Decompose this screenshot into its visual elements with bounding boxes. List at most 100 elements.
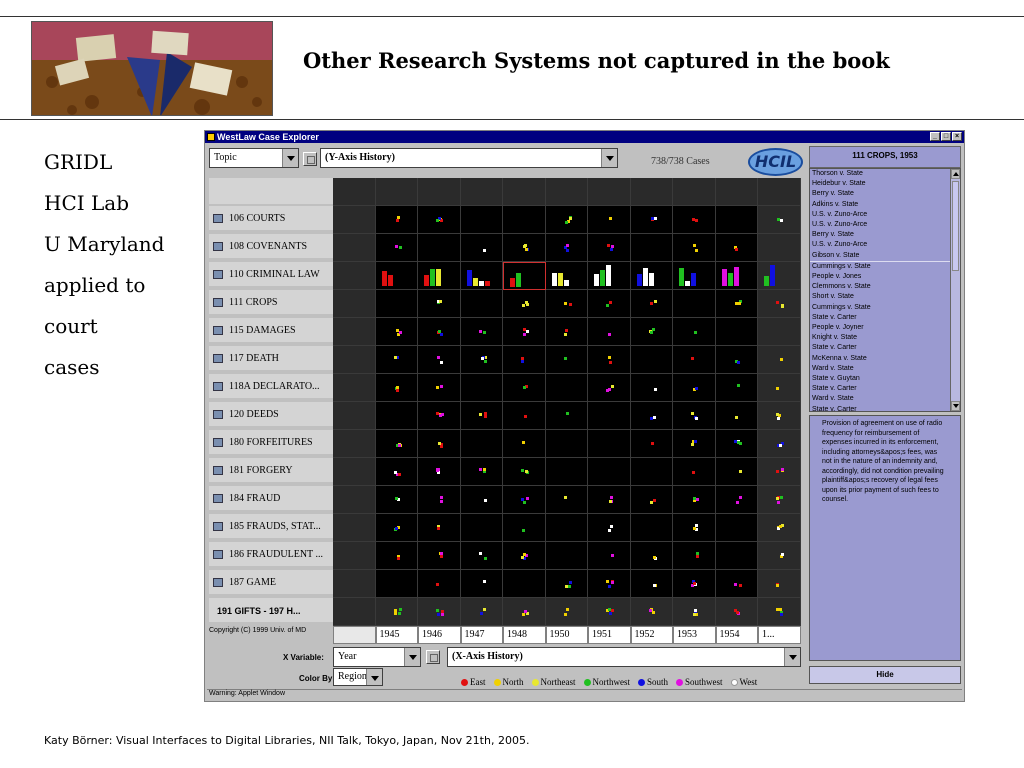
grid-cell[interactable]: [673, 290, 716, 318]
grid-cell[interactable]: [588, 318, 631, 346]
y-axis-button[interactable]: [303, 152, 317, 166]
grid-cell[interactable]: [460, 570, 503, 598]
grid-cell[interactable]: [588, 346, 631, 374]
grid-cell[interactable]: [758, 178, 801, 206]
case-list-item[interactable]: Ward v. State: [810, 394, 960, 404]
case-list-item[interactable]: Cummings v. State: [810, 260, 960, 272]
case-list-item[interactable]: Heidebur v. State: [810, 179, 960, 189]
column-label[interactable]: 1951: [588, 626, 631, 644]
case-list-item[interactable]: U.S. v. Zuno-Arce: [810, 240, 960, 250]
grid-cell[interactable]: [333, 598, 376, 626]
row-label[interactable]: 117 DEATH: [209, 346, 333, 372]
case-list-item[interactable]: State v. Carter: [810, 313, 960, 323]
grid-cell[interactable]: [545, 458, 588, 486]
case-list[interactable]: Thorson v. State Heidebur v. State Berry v…: [809, 168, 961, 412]
case-list-item[interactable]: State v. Guytan: [810, 374, 960, 384]
grid-cell[interactable]: [375, 430, 418, 458]
grid-cell[interactable]: [460, 206, 503, 234]
grid-cell[interactable]: [333, 262, 376, 290]
case-list-item[interactable]: People v. Jones: [810, 272, 960, 282]
grid-cell[interactable]: [673, 346, 716, 374]
grid-cell[interactable]: [503, 570, 546, 598]
y-axis-history-dropdown[interactable]: (Y-Axis History): [320, 148, 618, 168]
grid-cell[interactable]: [375, 262, 418, 290]
grid-cell[interactable]: [673, 598, 716, 626]
grid-cell[interactable]: [503, 430, 546, 458]
grid-cell[interactable]: [758, 542, 801, 570]
case-list-item[interactable]: Short v. State: [810, 292, 960, 302]
grid-cell[interactable]: [503, 598, 546, 626]
grid-cell[interactable]: [758, 262, 801, 290]
grid-cell[interactable]: [715, 458, 758, 486]
grid-cell[interactable]: [715, 430, 758, 458]
grid-cell[interactable]: [418, 206, 461, 234]
grid-cell[interactable]: [545, 206, 588, 234]
grid-cell[interactable]: [545, 346, 588, 374]
grid-cell[interactable]: [630, 598, 673, 626]
grid-cell[interactable]: [673, 430, 716, 458]
case-list-item[interactable]: Ward v. State: [810, 364, 960, 374]
column-label[interactable]: 1946: [418, 626, 461, 644]
close-button[interactable]: ×: [952, 132, 962, 141]
grid-cell[interactable]: [758, 514, 801, 542]
case-list-item[interactable]: McKenna v. State: [810, 354, 960, 364]
grid-cell[interactable]: [333, 206, 376, 234]
grid-cell[interactable]: [503, 346, 546, 374]
grid-cell[interactable]: [503, 318, 546, 346]
grid-cell[interactable]: [333, 346, 376, 374]
grid-cell[interactable]: [630, 570, 673, 598]
grid-cell[interactable]: [588, 262, 631, 290]
grid-cell[interactable]: [460, 402, 503, 430]
grid-cell[interactable]: [418, 374, 461, 402]
grid-cell[interactable]: [418, 486, 461, 514]
grid-cell[interactable]: [715, 318, 758, 346]
grid-cell[interactable]: [333, 458, 376, 486]
column-label[interactable]: 1952: [630, 626, 673, 644]
grid-cell[interactable]: [758, 598, 801, 626]
case-list-item[interactable]: Cummings v. State: [810, 303, 960, 313]
grid-cell[interactable]: [460, 346, 503, 374]
grid-cell[interactable]: [375, 374, 418, 402]
grid-cell[interactable]: [715, 570, 758, 598]
case-list-scrollbar[interactable]: [950, 169, 960, 411]
case-list-item[interactable]: Berry v. State: [810, 230, 960, 240]
grid-cell[interactable]: [630, 346, 673, 374]
grid-cell[interactable]: [715, 178, 758, 206]
grid-cell[interactable]: [673, 486, 716, 514]
row-label[interactable]: 185 FRAUDS, STAT...: [209, 514, 333, 540]
color-by-dropdown[interactable]: Region: [333, 668, 383, 686]
grid-cell[interactable]: [630, 458, 673, 486]
column-label[interactable]: 1954: [715, 626, 758, 644]
row-label[interactable]: 120 DEEDS: [209, 402, 333, 428]
grid-cell[interactable]: [418, 402, 461, 430]
grid-cell[interactable]: [715, 542, 758, 570]
column-label[interactable]: 1945: [375, 626, 418, 644]
grid-cell[interactable]: [588, 374, 631, 402]
grid-cell[interactable]: [333, 290, 376, 318]
grid-cell[interactable]: [715, 206, 758, 234]
scroll-down-icon[interactable]: [951, 401, 960, 411]
grid-cell[interactable]: [545, 570, 588, 598]
grid-cell[interactable]: [715, 514, 758, 542]
grid-cell[interactable]: [630, 290, 673, 318]
minimize-button[interactable]: _: [930, 132, 940, 141]
grid-cell[interactable]: [375, 598, 418, 626]
maximize-button[interactable]: □: [941, 132, 951, 141]
row-label-summary[interactable]: 191 GIFTS - 197 H...: [209, 598, 333, 624]
hide-button[interactable]: Hide: [809, 666, 961, 684]
grid-cell[interactable]: [333, 514, 376, 542]
grid-cell[interactable]: [375, 178, 418, 206]
grid-cell[interactable]: [333, 178, 376, 206]
grid-cell[interactable]: [503, 374, 546, 402]
grid-cell[interactable]: [375, 234, 418, 262]
grid-cell[interactable]: [418, 430, 461, 458]
grid-cell[interactable]: [715, 374, 758, 402]
case-grid[interactable]: [333, 178, 801, 626]
grid-cell[interactable]: [503, 178, 546, 206]
case-list-item[interactable]: Adkins v. State: [810, 200, 960, 210]
grid-cell[interactable]: [503, 290, 546, 318]
grid-cell[interactable]: [715, 290, 758, 318]
grid-cell[interactable]: [545, 542, 588, 570]
grid-cell[interactable]: [630, 318, 673, 346]
grid-cell[interactable]: [460, 374, 503, 402]
